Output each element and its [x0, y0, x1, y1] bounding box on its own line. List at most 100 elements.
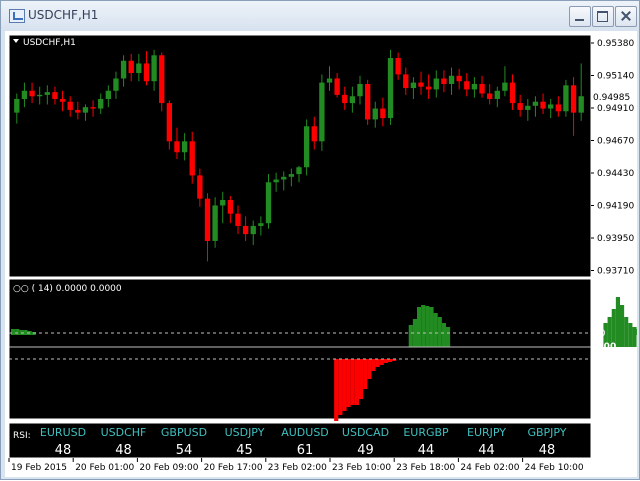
time-tick-label: 23 Feb 02:00 — [268, 463, 327, 473]
candle-body — [228, 200, 233, 214]
indicator-bar-positive — [620, 305, 624, 347]
candle-body — [319, 83, 324, 142]
indicator-circle-icon: ○○ — [13, 284, 29, 294]
candle-body — [296, 167, 301, 174]
price-tick-label: 0.94670 — [597, 137, 634, 147]
candle-body — [525, 106, 530, 110]
indicator-bar-positive — [442, 323, 446, 347]
candle-body — [411, 83, 416, 88]
candle-body — [266, 182, 271, 223]
indicator-bar-negative — [359, 359, 363, 399]
candle-body — [312, 126, 317, 141]
indicator-scale-90: 90 — [594, 329, 606, 339]
chart-window-icon — [9, 9, 25, 23]
indicator-bar-negative — [342, 359, 346, 411]
rsi-pair-label: EURGBP — [403, 426, 449, 439]
symbol-label: USDCHF,H1 — [23, 38, 76, 48]
time-tick-label: 19 Feb 2015 — [11, 463, 67, 473]
candle-body — [403, 74, 408, 88]
indicator-bar-negative — [371, 359, 375, 371]
candle-body — [220, 200, 225, 205]
indicator-bar-negative — [334, 359, 338, 421]
price-tick-label: 0.94190 — [597, 202, 634, 212]
rsi-value: 48 — [539, 443, 556, 458]
candle-body — [418, 83, 423, 87]
candle-body — [289, 174, 294, 177]
minimize-button[interactable] — [569, 6, 591, 27]
candle-body — [449, 76, 454, 84]
rsi-value: 48 — [115, 443, 132, 458]
candle-body — [52, 92, 57, 99]
current-price-text: 0.94985 — [593, 93, 630, 103]
indicator-bar-positive — [628, 323, 632, 347]
price-tick-label: 0.95140 — [597, 72, 634, 82]
rsi-value: 45 — [236, 443, 253, 458]
time-tick-label: 20 Feb 09:00 — [139, 463, 198, 473]
price-tick-label: 0.93710 — [597, 267, 634, 277]
candle-body — [281, 177, 286, 180]
chart-client-area: 0.953800.951400.949100.946700.944300.941… — [5, 31, 637, 477]
main-price-pane[interactable] — [9, 35, 591, 277]
indicator-bar-positive — [23, 330, 27, 335]
candle-body — [60, 99, 65, 102]
indicator-scale-zero: 0.00 — [594, 342, 616, 352]
time-axis[interactable]: 19 Feb 201520 Feb 01:0020 Feb 09:0020 Fe… — [9, 458, 584, 473]
indicator-bar-positive — [409, 325, 413, 347]
indicator-scale-minus-90: -90 — [594, 355, 609, 365]
rsi-label: RSI: — [13, 431, 31, 441]
candle-body — [441, 78, 446, 83]
candle-body — [350, 96, 355, 103]
candle-body — [258, 223, 263, 226]
candle-body — [174, 141, 179, 152]
candle-body — [190, 141, 195, 175]
candle-body — [357, 84, 362, 96]
candle-body — [487, 94, 492, 99]
candle-body — [129, 61, 134, 73]
candle-body — [327, 78, 332, 82]
rsi-value: 61 — [297, 443, 314, 458]
candle-body — [533, 102, 538, 106]
window-title: USDCHF,H1 — [28, 8, 98, 22]
chart-canvas[interactable]: 0.953800.951400.949100.946700.944300.941… — [5, 31, 637, 477]
indicator-bar-positive — [15, 329, 19, 335]
indicator-bar-negative — [355, 359, 359, 405]
time-tick-label: 23 Feb 18:00 — [396, 463, 455, 473]
time-tick-label: 24 Feb 10:00 — [525, 463, 584, 473]
candle-body — [540, 102, 545, 109]
candle-body — [121, 61, 126, 79]
candle-body — [571, 85, 576, 112]
price-axis[interactable]: 0.953800.951400.949100.946700.944300.941… — [591, 39, 634, 277]
candle-body — [29, 91, 34, 96]
candle-body — [434, 78, 439, 89]
indicator-bar-positive — [624, 317, 628, 347]
indicator-bar-negative — [351, 359, 355, 405]
rsi-pair-label: GBPUSD — [161, 426, 207, 439]
indicator-bar-negative — [347, 359, 351, 407]
time-tick-label: 23 Feb 10:00 — [332, 463, 391, 473]
candle-body — [556, 104, 561, 111]
price-tick-label: 0.94910 — [597, 104, 634, 114]
candle-body — [22, 91, 27, 99]
rsi-value: 44 — [478, 443, 495, 458]
rsi-scale-bottom: 0 — [596, 448, 602, 458]
candle-body — [563, 85, 568, 111]
candle-body — [373, 109, 378, 120]
close-button[interactable] — [615, 6, 637, 27]
candle-body — [380, 109, 385, 119]
candle-body — [14, 99, 19, 113]
candle-body — [68, 102, 73, 110]
candle-body — [45, 92, 50, 95]
maximize-button[interactable] — [592, 6, 614, 27]
candle-body — [518, 103, 523, 110]
candle-body — [479, 84, 484, 94]
window-titlebar[interactable]: USDCHF,H1 — [1, 1, 639, 31]
rsi-pair-label: EURUSD — [40, 426, 86, 439]
rsi-scale-top: 1 — [596, 428, 602, 438]
candle-body — [75, 110, 80, 113]
indicator-pane[interactable] — [9, 279, 591, 419]
candle-body — [98, 99, 103, 109]
candle-body — [197, 175, 202, 198]
indicator-bar-positive — [421, 305, 425, 347]
indicator-bar-positive — [446, 327, 450, 347]
candle-body — [159, 55, 164, 103]
